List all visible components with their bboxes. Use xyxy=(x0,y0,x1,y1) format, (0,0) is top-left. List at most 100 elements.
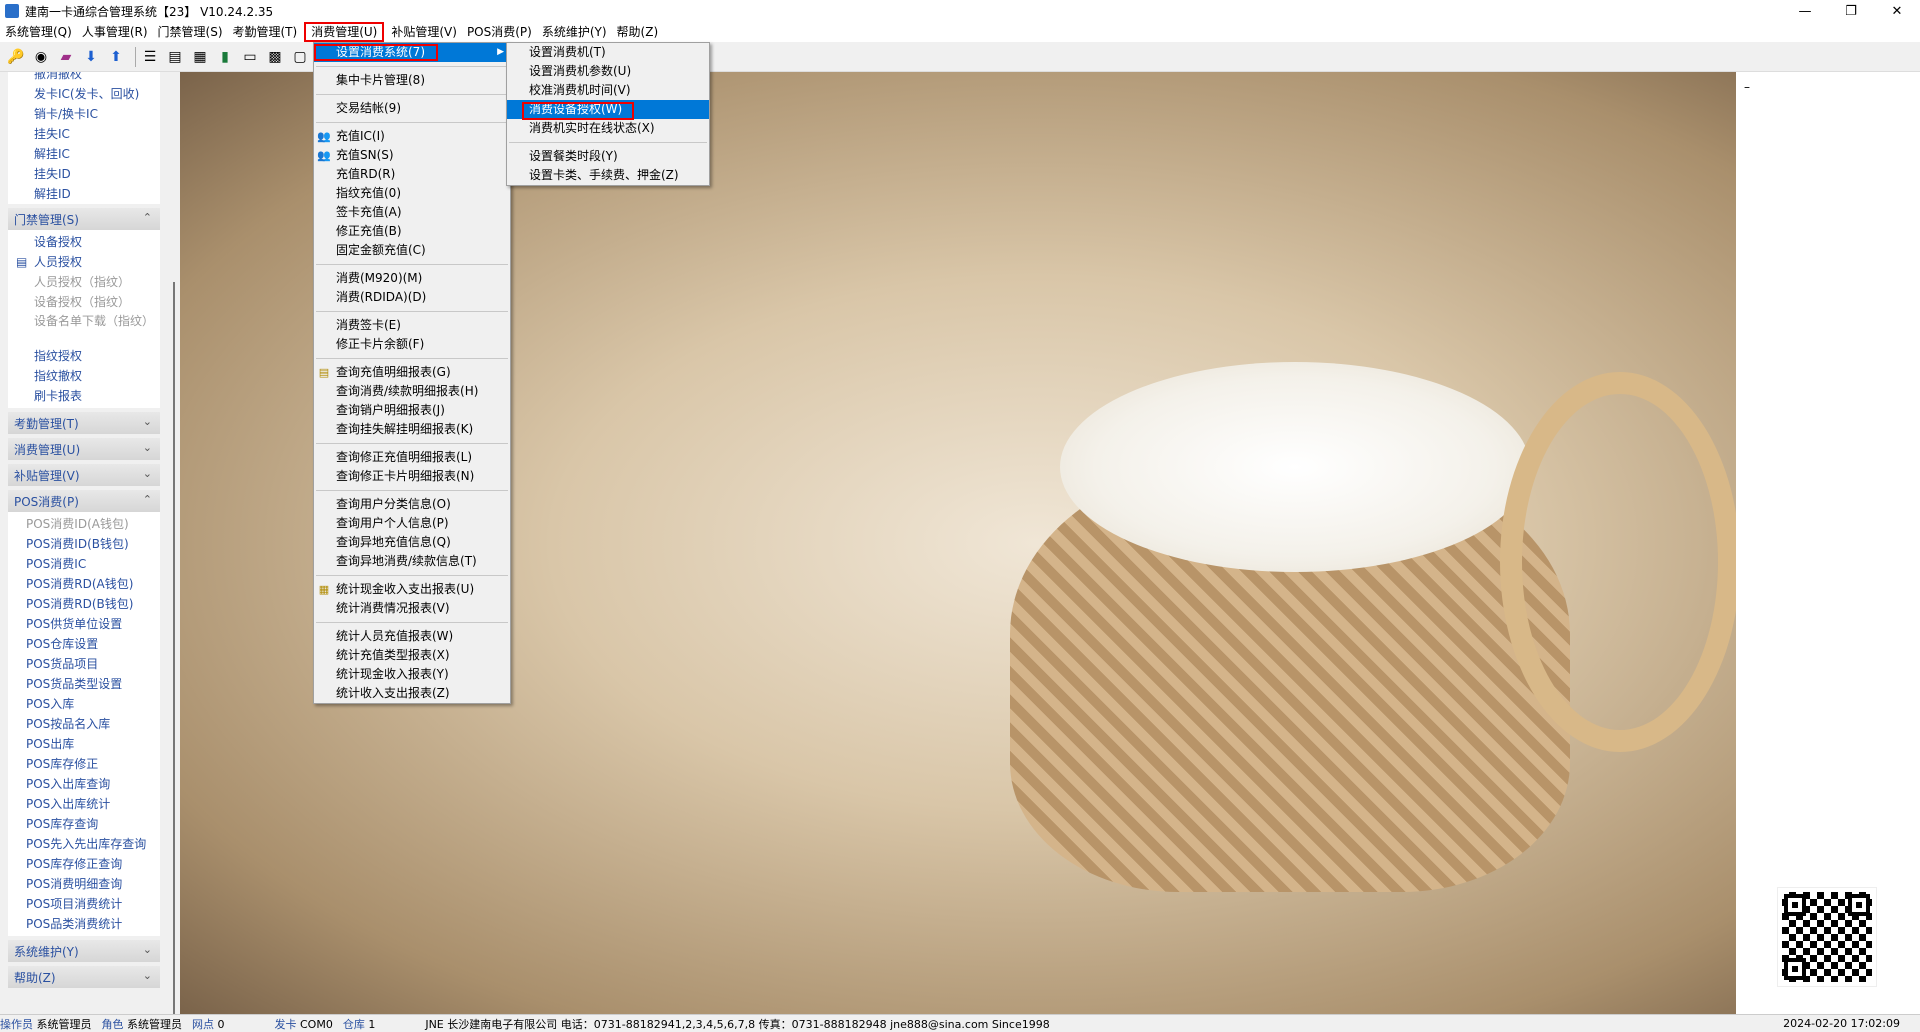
menu-item[interactable]: 查询异地消费/续款信息(T) xyxy=(314,552,510,571)
menu-item[interactable]: 消费设备授权(W) xyxy=(507,100,709,119)
sidebar-item[interactable]: POS库存修正 xyxy=(8,754,160,774)
menu-item[interactable]: 签卡充值(A) xyxy=(314,203,510,222)
menu-item[interactable]: 消费(M920)(M) xyxy=(314,269,510,288)
menu-item[interactable]: 充值RD(R) xyxy=(314,165,510,184)
grid-icon[interactable]: ▩ xyxy=(265,47,285,67)
menu-item[interactable]: 统计消费情况报表(V) xyxy=(314,599,510,618)
device-icon[interactable]: ▮ xyxy=(215,47,235,67)
menu-item[interactable]: 设置消费机参数(U) xyxy=(507,62,709,81)
menu-8[interactable]: 帮助(Z) xyxy=(612,22,664,42)
sidebar-item[interactable]: 设备授权 xyxy=(8,232,160,252)
chat-icon[interactable]: ▭ xyxy=(240,47,260,67)
close-button[interactable]: ✕ xyxy=(1874,0,1920,22)
menu-item[interactable]: 查询充值明细报表(G) ▤ xyxy=(314,363,510,382)
menu-item[interactable]: 交易结帐(9) xyxy=(314,99,510,118)
splitter[interactable] xyxy=(168,72,180,1022)
sidebar-group-header[interactable]: 考勤管理(T) ⌄ xyxy=(8,412,160,434)
sidebar-group-header[interactable]: 补贴管理(V) ⌄ xyxy=(8,464,160,486)
sidebar-item[interactable]: POS库存修正查询 xyxy=(8,854,160,874)
collapse-icon[interactable]: ⌃ xyxy=(143,211,152,224)
menu-item[interactable]: 充值SN(S) 👥 xyxy=(314,146,510,165)
menu-6[interactable]: POS消费(P) xyxy=(462,22,537,42)
menu-item[interactable]: 查询异地充值信息(Q) xyxy=(314,533,510,552)
sidebar-item[interactable]: POS入出库查询 xyxy=(8,774,160,794)
expand-icon[interactable]: ⌄ xyxy=(143,467,152,480)
window-icon[interactable]: ▢ xyxy=(290,47,310,67)
sidebar-item[interactable]: POS消费RD(B钱包) xyxy=(8,594,160,614)
sidebar-group-header[interactable]: POS消费(P) ⌃ xyxy=(8,490,160,512)
sidebar-group-header[interactable]: 门禁管理(S) ⌃ xyxy=(8,208,160,230)
key-icon[interactable]: 🔑 xyxy=(6,47,26,67)
menu-item[interactable]: 查询销户明细报表(J) xyxy=(314,401,510,420)
sidebar-item[interactable]: 挂失ID xyxy=(8,164,160,184)
menu-item[interactable]: 指纹充值(0) xyxy=(314,184,510,203)
sidebar-item[interactable]: ▤ 人员授权 xyxy=(8,252,160,272)
expand-icon[interactable]: ⌄ xyxy=(143,415,152,428)
menu-item[interactable]: 消费签卡(E) xyxy=(314,316,510,335)
sidebar-item[interactable]: POS消费IC xyxy=(8,554,160,574)
menu-item[interactable]: 修正卡片余额(F) xyxy=(314,335,510,354)
sidebar-item[interactable]: 销卡/换卡IC xyxy=(8,104,160,124)
maximize-button[interactable]: ❐ xyxy=(1828,0,1874,22)
sidebar-item[interactable]: 撤消撤权 xyxy=(8,72,160,84)
menu-item[interactable]: 统计现金收入支出报表(U) ▦ xyxy=(314,580,510,599)
menu-item[interactable]: 查询修正卡片明细报表(N) xyxy=(314,467,510,486)
card-reader-icon[interactable]: ▤ xyxy=(165,47,185,67)
menu-4[interactable]: 消费管理(U) xyxy=(304,22,385,42)
minimize-button[interactable]: — xyxy=(1782,0,1828,22)
menu-item[interactable]: 设置消费机(T) xyxy=(507,43,709,62)
menu-2[interactable]: 门禁管理(S) xyxy=(153,22,228,42)
collapse-icon[interactable]: ⌃ xyxy=(143,493,152,506)
sidebar-item[interactable]: POS出库 xyxy=(8,734,160,754)
sidebar-item[interactable]: 解挂IC xyxy=(8,144,160,164)
sidebar-item[interactable]: 解挂ID xyxy=(8,184,160,204)
sidebar-item[interactable]: POS消费RD(A钱包) xyxy=(8,574,160,594)
sidebar-item[interactable]: POS消费明细查询 xyxy=(8,874,160,894)
menu-item[interactable]: 消费(RDIDA)(D) xyxy=(314,288,510,307)
menu-item[interactable]: 设置消费系统(7) ▶ xyxy=(314,43,510,62)
menu-item[interactable]: 查询挂失解挂明细报表(K) xyxy=(314,420,510,439)
sidebar-item[interactable]: POS品类消费统计 xyxy=(8,914,160,934)
menu-item[interactable]: 查询用户个人信息(P) xyxy=(314,514,510,533)
arrow-down-icon[interactable]: ⬇ xyxy=(81,47,101,67)
sidebar-item[interactable]: POS货品类型设置 xyxy=(8,674,160,694)
sidebar-item[interactable]: 指纹授权 xyxy=(8,346,160,366)
menu-7[interactable]: 系统维护(Y) xyxy=(537,22,612,42)
sidebar-item[interactable]: 指纹撤权 xyxy=(8,366,160,386)
glasses-icon[interactable]: ◉ xyxy=(31,47,51,67)
sidebar-item[interactable]: 发卡IC(发卡、回收) xyxy=(8,84,160,104)
menu-item[interactable]: 消费机实时在线状态(X) xyxy=(507,119,709,138)
expand-icon[interactable]: ⌄ xyxy=(143,441,152,454)
report-icon[interactable]: ▦ xyxy=(190,47,210,67)
menu-item[interactable]: 集中卡片管理(8) xyxy=(314,71,510,90)
sidebar-group-header[interactable]: 系统维护(Y) ⌄ xyxy=(8,940,160,962)
menu-item[interactable]: 固定金额充值(C) xyxy=(314,241,510,260)
menu-item[interactable]: 统计收入支出报表(Z) xyxy=(314,684,510,703)
menu-5[interactable]: 补贴管理(V) xyxy=(386,22,462,42)
sidebar-item[interactable]: POS按品名入库 xyxy=(8,714,160,734)
menu-item[interactable]: 设置餐类时段(Y) xyxy=(507,147,709,166)
sidebar-item[interactable]: POS先入先出库存查询 xyxy=(8,834,160,854)
menu-3[interactable]: 考勤管理(T) xyxy=(228,22,303,42)
menu-0[interactable]: 系统管理(Q) xyxy=(0,22,77,42)
menu-item[interactable]: 充值IC(I) 👥 xyxy=(314,127,510,146)
expand-icon[interactable]: ⌄ xyxy=(143,943,152,956)
menu-item[interactable]: 统计现金收入报表(Y) xyxy=(314,665,510,684)
sidebar-item[interactable]: 刷卡报表 xyxy=(8,386,160,406)
menu-item[interactable]: 修正充值(B) xyxy=(314,222,510,241)
menu-item[interactable]: 查询消费/续款明细报表(H) xyxy=(314,382,510,401)
menu-item[interactable]: 查询修正充值明细报表(L) xyxy=(314,448,510,467)
sidebar-item[interactable]: POS货品项目 xyxy=(8,654,160,674)
arrow-up-icon[interactable]: ⬆ xyxy=(106,47,126,67)
sidebar-item[interactable]: POS仓库设置 xyxy=(8,634,160,654)
sidebar-group-header[interactable]: 消费管理(U) ⌄ xyxy=(8,438,160,460)
scrollbar-thumb[interactable] xyxy=(173,282,175,1022)
sidebar-group-header[interactable]: 帮助(Z) ⌄ xyxy=(8,966,160,988)
menu-item[interactable]: 校准消费机时间(V) xyxy=(507,81,709,100)
menu-1[interactable]: 人事管理(R) xyxy=(77,22,153,42)
sidebar-item[interactable]: 挂失IC xyxy=(8,124,160,144)
menu-item[interactable]: 查询用户分类信息(O) xyxy=(314,495,510,514)
sidebar-item[interactable]: POS库存查询 xyxy=(8,814,160,834)
menu-item[interactable]: 统计充值类型报表(X) xyxy=(314,646,510,665)
menu-item[interactable]: 统计人员充值报表(W) xyxy=(314,627,510,646)
